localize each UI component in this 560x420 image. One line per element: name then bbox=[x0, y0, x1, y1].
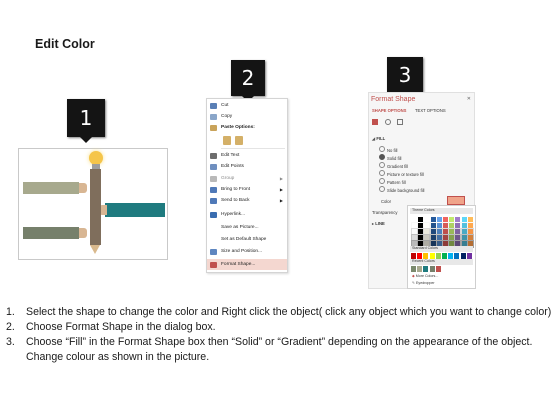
menu-item-group[interactable]: Group ▶ bbox=[207, 173, 287, 184]
menu-item-set-default-shape[interactable]: Set as Default Shape bbox=[207, 234, 287, 245]
tab-text-options[interactable]: TEXT OPTIONS bbox=[415, 108, 446, 113]
fill-option-slide-background[interactable]: Slide background fill bbox=[379, 186, 424, 193]
fill-line-icon[interactable] bbox=[372, 119, 378, 125]
menu-item-edit-text[interactable]: Edit Text bbox=[207, 150, 287, 161]
teal-bar[interactable] bbox=[105, 203, 165, 217]
step-badge-2: 2 bbox=[231, 60, 265, 102]
color-label: Color bbox=[381, 199, 392, 204]
color-swatch[interactable] bbox=[423, 266, 429, 272]
theme-colors-label: Theme Colors bbox=[410, 208, 473, 214]
radio-icon bbox=[379, 162, 385, 168]
paste-picture-icon[interactable] bbox=[235, 136, 243, 145]
submenu-arrow-icon: ▶ bbox=[279, 176, 283, 181]
edit-points-icon bbox=[210, 163, 217, 170]
close-icon[interactable]: ✕ bbox=[467, 96, 471, 102]
color-swatch[interactable] bbox=[411, 266, 416, 272]
menu-item-size-and-position[interactable]: Size and Position... bbox=[207, 246, 287, 257]
menu-item-cut[interactable]: Cut bbox=[207, 100, 287, 111]
instruction-step-2: 2. Choose Format Shape in the dialog box. bbox=[6, 321, 216, 333]
menu-item-hyperlink[interactable]: Hyperlink... bbox=[207, 209, 287, 220]
fill-option-gradient[interactable]: Gradient fill bbox=[379, 162, 408, 169]
pane-title: Format Shape bbox=[371, 96, 416, 103]
step-badge-3: 3 bbox=[387, 57, 423, 98]
more-colors-item[interactable]: ◆ More Colors... bbox=[412, 274, 438, 278]
copy-icon bbox=[210, 113, 217, 120]
menu-item-bring-to-front[interactable]: Bring to Front ▶ bbox=[207, 184, 287, 195]
olive-bar[interactable] bbox=[23, 182, 79, 194]
radio-icon bbox=[379, 186, 385, 192]
page-title: Edit Color bbox=[35, 37, 95, 51]
paste-options-row[interactable] bbox=[207, 134, 287, 147]
line-section-header[interactable]: ▸ LINE bbox=[372, 221, 385, 226]
submenu-arrow-icon: ▶ bbox=[279, 198, 283, 203]
hand-left bbox=[79, 183, 87, 193]
size-properties-icon[interactable] bbox=[397, 119, 403, 125]
size-icon bbox=[210, 248, 217, 255]
slide-thumbnail[interactable] bbox=[18, 148, 168, 260]
link-icon bbox=[210, 211, 217, 218]
radio-icon bbox=[379, 178, 385, 184]
menu-item-edit-points[interactable]: Edit Points bbox=[207, 161, 287, 172]
menu-item-paste-options: Paste Options: bbox=[207, 122, 287, 133]
tab-shape-options[interactable]: SHAPE OPTIONS bbox=[372, 108, 406, 113]
transparency-label: Transparency bbox=[372, 210, 398, 215]
color-swatch[interactable] bbox=[435, 266, 441, 272]
step-badge-1: 1 bbox=[67, 99, 105, 143]
radio-checked-icon bbox=[379, 154, 385, 160]
lightbulb-icon bbox=[89, 151, 103, 165]
instruction-step-3: 3. Choose “Fill” in the Format Shape box … bbox=[6, 336, 533, 363]
radio-icon bbox=[379, 146, 385, 152]
pencil-body bbox=[90, 169, 101, 245]
recent-colors-label: Recent Colors bbox=[410, 259, 473, 265]
context-menu: Cut Copy Paste Options: Edit Text Edit P… bbox=[206, 98, 288, 273]
fill-option-picture[interactable]: Picture or texture fill bbox=[379, 170, 424, 177]
menu-separator bbox=[221, 148, 285, 149]
menu-item-send-to-back[interactable]: Send to Back ▶ bbox=[207, 195, 287, 206]
fill-section-header[interactable]: ◢ FILL bbox=[372, 136, 385, 141]
menu-item-copy[interactable]: Copy bbox=[207, 111, 287, 122]
send-back-icon bbox=[210, 197, 217, 204]
color-swatch[interactable] bbox=[429, 266, 435, 272]
edit-text-icon bbox=[210, 152, 217, 159]
bring-front-icon bbox=[210, 186, 217, 193]
menu-item-format-shape[interactable]: Format Shape... bbox=[207, 259, 287, 270]
color-swatch[interactable] bbox=[417, 266, 423, 272]
color-picker-button[interactable] bbox=[447, 196, 465, 205]
format-shape-pane: Format Shape ✕ SHAPE OPTIONS TEXT OPTION… bbox=[368, 92, 476, 289]
effects-icon[interactable] bbox=[385, 119, 391, 125]
paste-options-icon[interactable] bbox=[223, 136, 231, 145]
instructions-list: 1. Select the shape to change the color a… bbox=[6, 305, 554, 365]
eyedropper-item[interactable]: ✎ Eyedropper bbox=[412, 281, 435, 285]
green-bar[interactable] bbox=[23, 227, 79, 239]
color-dropdown: Theme Colors Standard Colors Recent Colo… bbox=[407, 205, 476, 289]
fill-option-solid[interactable]: Solid fill bbox=[379, 154, 401, 161]
hand-left-2 bbox=[79, 228, 87, 238]
instruction-step-1: 1. Select the shape to change the color a… bbox=[6, 306, 552, 318]
submenu-arrow-icon: ▶ bbox=[279, 187, 283, 192]
fill-option-pattern[interactable]: Pattern fill bbox=[379, 178, 406, 185]
format-shape-icon bbox=[210, 261, 217, 268]
paste-icon bbox=[210, 124, 217, 131]
pencil-tip bbox=[90, 245, 100, 254]
radio-icon bbox=[379, 170, 385, 176]
menu-item-save-as-picture[interactable]: Save as Picture... bbox=[207, 222, 287, 233]
group-icon bbox=[210, 175, 217, 182]
fill-option-none[interactable]: No fill bbox=[379, 146, 397, 153]
standard-colors-label: Standard Colors bbox=[410, 246, 473, 252]
scissors-icon bbox=[210, 102, 217, 109]
